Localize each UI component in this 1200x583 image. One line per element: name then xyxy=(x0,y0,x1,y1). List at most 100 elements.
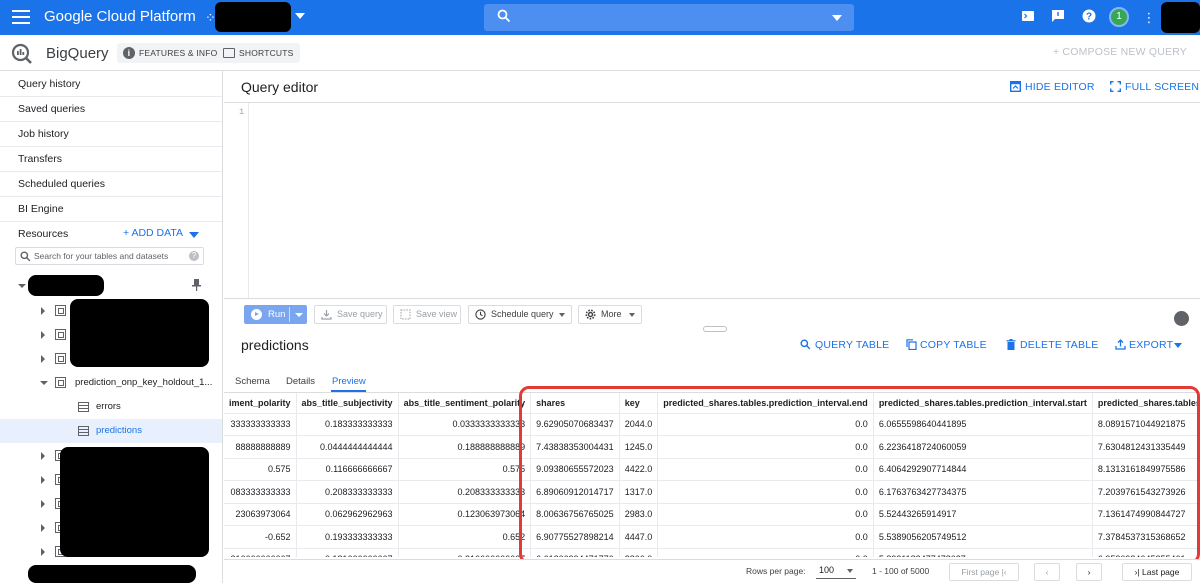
fullscreen-icon[interactable] xyxy=(1110,81,1121,92)
sidebar-item-job-history[interactable]: Job history xyxy=(0,122,222,147)
trash-icon[interactable] xyxy=(1006,339,1016,350)
dataset-icon xyxy=(55,329,66,340)
table-cell: 0.652 xyxy=(398,525,532,549)
global-search-bar[interactable] xyxy=(484,4,854,31)
help-icon[interactable]: ? xyxy=(1080,9,1098,27)
export-caret-icon[interactable] xyxy=(1174,343,1182,348)
redacted-datasets[interactable] xyxy=(70,299,209,367)
shortcuts-button[interactable]: SHORTCUTS xyxy=(217,43,300,63)
expand-dataset-icon[interactable] xyxy=(41,452,45,460)
table-cell: 0.208333333333 xyxy=(398,480,532,504)
first-page-label: First page xyxy=(961,567,1000,577)
rows-per-page-label: Rows per page: xyxy=(746,566,806,576)
dataset-label[interactable]: prediction_onp_key_holdout_1... xyxy=(75,377,212,388)
rows-per-page-select[interactable]: 100 xyxy=(816,563,856,579)
query-table-button[interactable]: QUERY TABLE xyxy=(815,339,889,351)
search-icon xyxy=(497,9,511,23)
tab-details[interactable]: Details xyxy=(286,376,315,387)
save-view-button[interactable]: Save view xyxy=(393,305,461,324)
schedule-query-button[interactable]: Schedule query xyxy=(468,305,572,324)
table-predictions[interactable]: predictions xyxy=(96,425,142,436)
column-header: abs_title_sentiment_polarity xyxy=(398,393,532,414)
page-range: 1 - 100 of 5000 xyxy=(872,566,930,576)
first-page-button[interactable]: First page |‹ xyxy=(949,563,1019,581)
resources-search-input[interactable]: Search for your tables and datasets ? xyxy=(15,247,204,265)
expand-project-icon[interactable] xyxy=(18,284,26,288)
table-cell: 333333333333 xyxy=(224,413,297,436)
redacted-project-name[interactable] xyxy=(215,2,291,32)
resources-heading: Resources xyxy=(18,228,69,240)
project-dropdown-caret-icon[interactable] xyxy=(295,13,305,19)
last-page-button[interactable]: ›| Last page xyxy=(1122,563,1192,581)
redacted-account-avatar[interactable] xyxy=(1161,2,1200,33)
run-button[interactable]: Run xyxy=(244,305,307,324)
more-vert-icon[interactable]: ⋮ xyxy=(1140,9,1158,27)
expand-dataset-icon[interactable] xyxy=(41,524,45,532)
chevron-right-icon: › xyxy=(1087,567,1091,577)
tab-schema[interactable]: Schema xyxy=(235,376,270,387)
expand-dataset-icon[interactable] xyxy=(41,476,45,484)
cloud-shell-icon[interactable] xyxy=(1019,9,1037,27)
table-cell: 0.208333333333 xyxy=(296,480,399,504)
sidebar-item-query-history[interactable]: Query history xyxy=(0,72,222,97)
features-info-button[interactable]: i FEATURES & INFO xyxy=(117,43,224,63)
expand-dataset-icon[interactable] xyxy=(41,307,45,315)
redacted-project[interactable] xyxy=(28,275,104,296)
notifications-badge[interactable]: 1 xyxy=(1109,7,1129,27)
expand-dataset-icon[interactable] xyxy=(41,548,45,556)
export-icon[interactable] xyxy=(1115,339,1126,350)
pin-icon[interactable] xyxy=(191,279,202,291)
save-view-label: Save view xyxy=(416,309,458,319)
previous-page-button[interactable]: ‹ xyxy=(1034,563,1060,581)
expand-dataset-icon[interactable] xyxy=(41,331,45,339)
query-editor-header: Query editor HIDE EDITOR FULL SCREEN xyxy=(224,71,1200,103)
hamburger-menu-icon[interactable] xyxy=(12,10,30,24)
copy-icon[interactable] xyxy=(906,339,917,350)
add-data-button[interactable]: + ADD DATA xyxy=(123,227,183,239)
chevron-down-icon xyxy=(847,569,853,573)
sql-editor[interactable]: 1 xyxy=(224,103,1200,298)
copy-table-button[interactable]: COPY TABLE xyxy=(920,339,987,351)
redacted-project[interactable] xyxy=(28,565,196,583)
export-button[interactable]: EXPORT xyxy=(1129,339,1173,351)
hide-editor-icon[interactable] xyxy=(1010,81,1021,92)
table-cell: 0.0333333333333 xyxy=(398,413,532,436)
add-data-caret-icon[interactable] xyxy=(189,232,199,238)
search-dropdown-caret-icon[interactable] xyxy=(832,15,842,21)
help-icon[interactable]: ? xyxy=(189,251,199,261)
save-query-button[interactable]: Save query xyxy=(314,305,387,324)
column-header: abs_title_subjectivity xyxy=(296,393,399,414)
platform-title[interactable]: Google Cloud Platform xyxy=(44,8,196,25)
next-page-button[interactable]: › xyxy=(1076,563,1102,581)
search-icon xyxy=(20,251,31,262)
redacted-datasets[interactable] xyxy=(60,447,209,557)
expand-dataset-icon[interactable] xyxy=(41,355,45,363)
dataset-icon xyxy=(55,305,66,316)
full-screen-button[interactable]: FULL SCREEN xyxy=(1125,81,1199,93)
hide-editor-button[interactable]: HIDE EDITOR xyxy=(1025,81,1095,93)
active-tab-indicator xyxy=(331,390,366,392)
sidebar-item-transfers[interactable]: Transfers xyxy=(0,147,222,172)
sidebar-item-scheduled-queries[interactable]: Scheduled queries xyxy=(0,172,222,197)
more-label: More xyxy=(601,309,622,319)
delete-table-button[interactable]: DELETE TABLE xyxy=(1020,339,1098,351)
tab-preview[interactable]: Preview xyxy=(332,376,366,387)
keyboard-icon xyxy=(223,48,235,58)
table-cell: 88888888889 xyxy=(224,435,297,459)
run-options-caret-icon[interactable] xyxy=(295,313,303,317)
view-grid-icon xyxy=(400,309,411,320)
table-errors[interactable]: errors xyxy=(96,401,121,412)
feedback-icon[interactable] xyxy=(1049,9,1067,27)
table-cell: 216666666667 xyxy=(224,548,297,557)
collapse-dataset-icon[interactable] xyxy=(40,381,48,385)
table-cell: 23063973064 xyxy=(224,503,297,526)
query-table-icon[interactable] xyxy=(800,339,811,350)
compose-new-query-button[interactable]: + COMPOSE NEW QUERY xyxy=(1053,46,1187,58)
table-cell: 0.193333333333 xyxy=(296,525,399,549)
line-number: 1 xyxy=(239,107,245,117)
sidebar-item-bi-engine[interactable]: BI Engine xyxy=(0,197,222,222)
sidebar-item-saved-queries[interactable]: Saved queries xyxy=(0,97,222,122)
expand-dataset-icon[interactable] xyxy=(41,500,45,508)
more-button[interactable]: More xyxy=(578,305,642,324)
left-sidebar: Query history Saved queries Job history … xyxy=(0,71,223,583)
